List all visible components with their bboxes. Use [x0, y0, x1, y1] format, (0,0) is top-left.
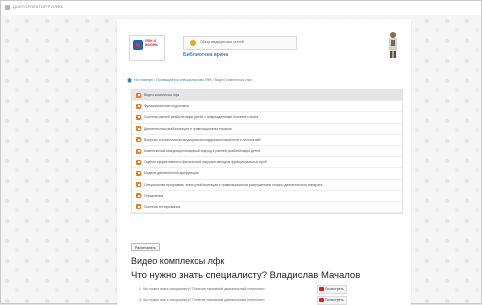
document-icon: [136, 182, 141, 188]
list-item[interactable]: Вопросы и комплексная медицинская поддер…: [132, 135, 402, 146]
question-row: 2. Что нужно знать специалисту? Понятие …: [139, 296, 399, 305]
question-text: 2. Что нужно знать специалисту? Понятие …: [139, 298, 265, 302]
document-icon: [136, 92, 141, 98]
document-icon: [136, 204, 141, 210]
document-icon: [136, 148, 141, 154]
question-row: 1. Что нужно знать специалисту? Понятие …: [139, 285, 399, 294]
logo-mark-icon: [133, 40, 143, 50]
document-icon: [136, 159, 141, 165]
page-icon: [5, 5, 10, 10]
question-title: Что нужно знать специалисту? Владислав М…: [131, 270, 361, 281]
partner-text: Обзор медицинских статей: [200, 40, 244, 44]
topic-list: Видео комплексы лфк Функциональная подго…: [131, 89, 403, 215]
breadcrumb-home[interactable]: На главную: [134, 78, 153, 82]
logo-text: ЛФК И ЖИЗНЬ: [145, 39, 158, 48]
list-item[interactable]: Функциональная подготовка: [132, 101, 402, 113]
url-text: ДОКТОРЛЕКТОР.РУ/ЛФК: [13, 4, 63, 9]
list-item[interactable]: Специальная программа: этапы реабилитаци…: [132, 180, 402, 191]
document-icon: [136, 193, 141, 199]
list-item[interactable]: Система ранней реабилитации детей с повр…: [132, 112, 402, 124]
list-item[interactable]: Комплексный междисциплинарный подход в р…: [132, 146, 402, 158]
document-icon: [136, 114, 141, 120]
list-item[interactable]: Оценка эффективности физической нагрузки…: [132, 157, 402, 169]
document-icon: [136, 170, 141, 176]
document-icon: [136, 126, 141, 132]
main-content: ЛФК И ЖИЗНЬ Обзор медицинских статей Биб…: [117, 19, 411, 305]
breadcrumb: На главную / Посвящается специалистам ЛФ…: [127, 76, 403, 84]
site-title[interactable]: Библиотека врача: [183, 52, 228, 58]
list-item[interactable]: Упражнения: [132, 191, 402, 202]
partner-banner[interactable]: Обзор медицинских статей: [183, 36, 297, 50]
sun-icon: [190, 40, 196, 46]
browser-window: ДОКТОРЛЕКТОР.РУ/ЛФК ЛФК И ЖИЗНЬ Обзор ме…: [0, 0, 482, 305]
doctor-figure-icon: [389, 32, 397, 58]
list-item[interactable]: Модели двигательной дисфункции: [132, 168, 402, 180]
breadcrumb-section[interactable]: Посвящается специалистам ЛФК: [156, 78, 211, 82]
question-text: 1. Что нужно знать специалисту? Понятие …: [139, 287, 265, 291]
print-button[interactable]: Распечатать: [131, 243, 160, 251]
section-title: Видео комплексы лфк: [131, 256, 225, 266]
document-icon: [136, 103, 141, 109]
video-play-icon: [319, 287, 324, 292]
address-bar[interactable]: ДОКТОРЛЕКТОР.РУ/ЛФК: [1, 1, 481, 16]
list-item[interactable]: Система тестирования: [132, 202, 402, 214]
breadcrumb-current: Видео комплексы лфк: [214, 78, 252, 82]
site-logo[interactable]: ЛФК И ЖИЗНЬ: [129, 35, 165, 61]
video-play-icon: [319, 298, 324, 303]
list-item[interactable]: Двигательная реабилитация и гравитационн…: [132, 124, 402, 135]
list-item[interactable]: Видео комплексы лфк: [132, 90, 402, 102]
home-icon[interactable]: [127, 77, 132, 83]
document-icon: [136, 137, 141, 143]
watch-video-button[interactable]: Посмотреть: [317, 285, 347, 294]
